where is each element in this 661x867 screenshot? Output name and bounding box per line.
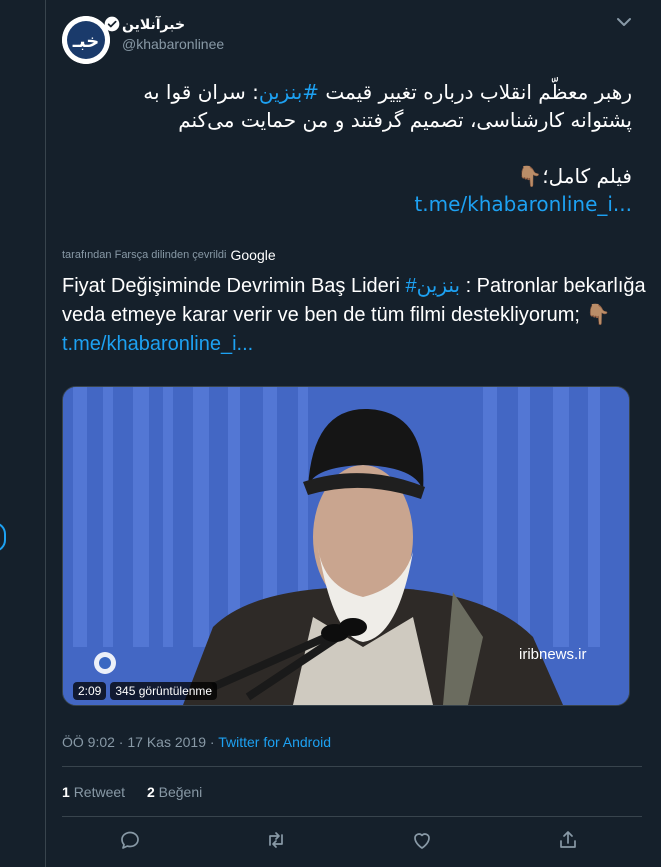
tweet-meta: ÖÖ 9:02 · 17 Kas 2019 · Twitter for Andr… (62, 734, 331, 750)
compose-button-edge[interactable] (0, 522, 6, 552)
translated-link[interactable]: t.me/khabaronline_i... (62, 333, 253, 355)
tweet-date[interactable]: 17 Kas 2019 (127, 734, 206, 750)
display-name[interactable]: خبرآنلاین (122, 16, 185, 33)
chevron-down-icon[interactable] (612, 10, 636, 34)
like-label: Beğeni (158, 784, 203, 800)
tweet-line1-pre: رهبر معظّم انقلاب درباره تغییر قیمت (319, 80, 632, 104)
like-count: 2 (146, 784, 155, 800)
google-logo[interactable]: Google (230, 247, 275, 263)
translated-hashtag-link[interactable]: #بنزین (405, 275, 460, 297)
retweet-count: 1 (62, 784, 70, 800)
translated-by-text: tarafından Farsça dilinden çevrildi (62, 248, 227, 261)
video-info-overlay: 2:09 345 görüntülenme (73, 682, 218, 700)
tweet-line3: فیلم کامل؛👇🏽 (517, 164, 632, 188)
tweet-time[interactable]: ÖÖ 9:02 (62, 734, 115, 750)
verified-icon (104, 16, 120, 32)
video-duration: 2:09 (73, 682, 107, 700)
retweet-stat[interactable]: 1 Retweet (62, 784, 125, 800)
divider (62, 816, 642, 817)
divider (62, 766, 642, 767)
meta-separator-2: · (206, 734, 219, 750)
tweet-card: خبـ خبرآنلاین @khabaronlinee رهبر معظّم … (45, 0, 661, 867)
reply-icon[interactable] (118, 828, 146, 856)
avatar[interactable]: خبـ (62, 16, 110, 64)
tweet-stats: 1 Retweet 2 Beğeni (62, 784, 220, 800)
tweet-line1-post: : سران قوا به (143, 80, 259, 104)
translated-text: Fiyat Değişiminde Devrimin Baş Lideri #ب… (62, 272, 652, 359)
left-column-edge (0, 0, 44, 867)
video-view-count: 345 görüntülenme (110, 682, 218, 700)
like-stat[interactable]: 2 Beğeni (147, 784, 202, 800)
hashtag-link[interactable]: #بنزین (259, 80, 319, 104)
user-handle[interactable]: @khabaronlinee (122, 36, 224, 52)
retweet-icon[interactable] (264, 828, 292, 856)
video-player[interactable]: iribnews.ir 2:09 345 görüntülenme (62, 386, 630, 706)
retweet-label: Retweet (73, 784, 126, 800)
author-row: خبرآنلاین (104, 14, 562, 34)
meta-separator: · (114, 734, 128, 750)
share-icon[interactable] (556, 828, 584, 856)
translated-text-pre: Fiyat Değişiminde Devrimin Baş Lideri (62, 275, 406, 297)
video-thumbnail: iribnews.ir (63, 387, 629, 705)
translation-attribution: tarafından Farsça dilinden çevrildi Googl… (62, 246, 276, 266)
video-watermark: iribnews.ir (519, 646, 587, 663)
avatar-logo-text: خبـ (72, 31, 99, 52)
tweet-source[interactable]: Twitter for Android (218, 734, 331, 750)
tweet-line2: پشتوانه کارشناسی، تصمیم گرفتند و من حمای… (178, 108, 632, 132)
like-icon[interactable] (410, 828, 438, 856)
tweet-link[interactable]: t.me/khabaronline_i... (414, 192, 632, 216)
tweet-text: رهبر معظّم انقلاب درباره تغییر قیمت #بنز… (62, 78, 632, 218)
action-bar (62, 828, 652, 856)
